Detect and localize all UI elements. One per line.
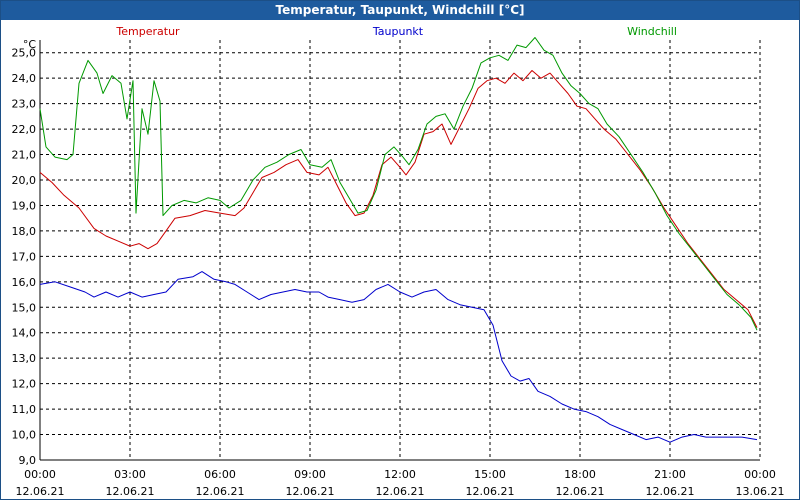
y-tick-label: 9,0 [19,454,37,467]
y-tick-label: 20,0 [12,174,37,187]
x-tick-time: 18:00 [564,468,596,481]
x-tick-time: 15:00 [474,468,506,481]
x-tick-date: 12.06.21 [646,485,695,498]
x-tick-date: 12.06.21 [106,485,155,498]
y-unit-label: °C [23,38,37,51]
y-tick-label: 13,0 [12,352,37,365]
legend-temperatur: Temperatur [115,25,180,38]
x-tick-time: 21:00 [654,468,686,481]
grid-lines [39,40,761,461]
y-tick-label: 15,0 [12,301,37,314]
y-tick-label: 22,0 [12,123,37,136]
legend-taupunkt: Taupunkt [372,25,424,38]
series-line-temperatur [39,70,758,328]
y-tick-label: 11,0 [12,403,37,416]
series-line-windchill [39,37,758,331]
y-tick-label: 14,0 [12,327,37,340]
x-tick-date: 12.06.21 [556,485,605,498]
x-tick-time: 00:00 [24,468,56,481]
series-line-taupunkt [39,271,758,443]
x-tick-time: 00:00 [744,468,776,481]
x-tick-labels: 00:00 12.06.21 03:00 12.06.21 06:00 12.06.21 0… [16,468,785,498]
y-tick-label: 18,0 [12,225,37,238]
legend-windchill: Windchill [627,25,677,38]
y-tick-label: 21,0 [12,149,37,162]
x-tick-time: 03:00 [114,468,146,481]
x-tick-time: 06:00 [204,468,236,481]
y-tick-labels: 9,0 10,0 11,0 12,0 13,0 14,0 15,0 16,0 17,0 18,0 1… [12,38,37,467]
y-tick-label: 17,0 [12,250,37,263]
x-tick-date: 13.06.21 [736,485,785,498]
x-tick-date: 12.06.21 [16,485,65,498]
y-tick-label: 23,0 [12,98,37,111]
x-tick-time: 12:00 [384,468,416,481]
x-tick-date: 12.06.21 [466,485,515,498]
y-tick-label: 24,0 [12,72,37,85]
y-tick-label: 10,0 [12,429,37,442]
series-lines [39,37,758,443]
x-tick-date: 12.06.21 [376,485,425,498]
x-tick-date: 12.06.21 [196,485,245,498]
y-tick-label: 19,0 [12,199,37,212]
y-tick-label: 16,0 [12,276,37,289]
x-tick-date: 12.06.21 [286,485,335,498]
legend: Temperatur Taupunkt Windchill [115,25,677,38]
chart-canvas: 9,0 10,0 11,0 12,0 13,0 14,0 15,0 16,0 17,0 18,0 1… [12,25,785,498]
y-tick-label: 12,0 [12,378,37,391]
x-tick-time: 09:00 [294,468,326,481]
